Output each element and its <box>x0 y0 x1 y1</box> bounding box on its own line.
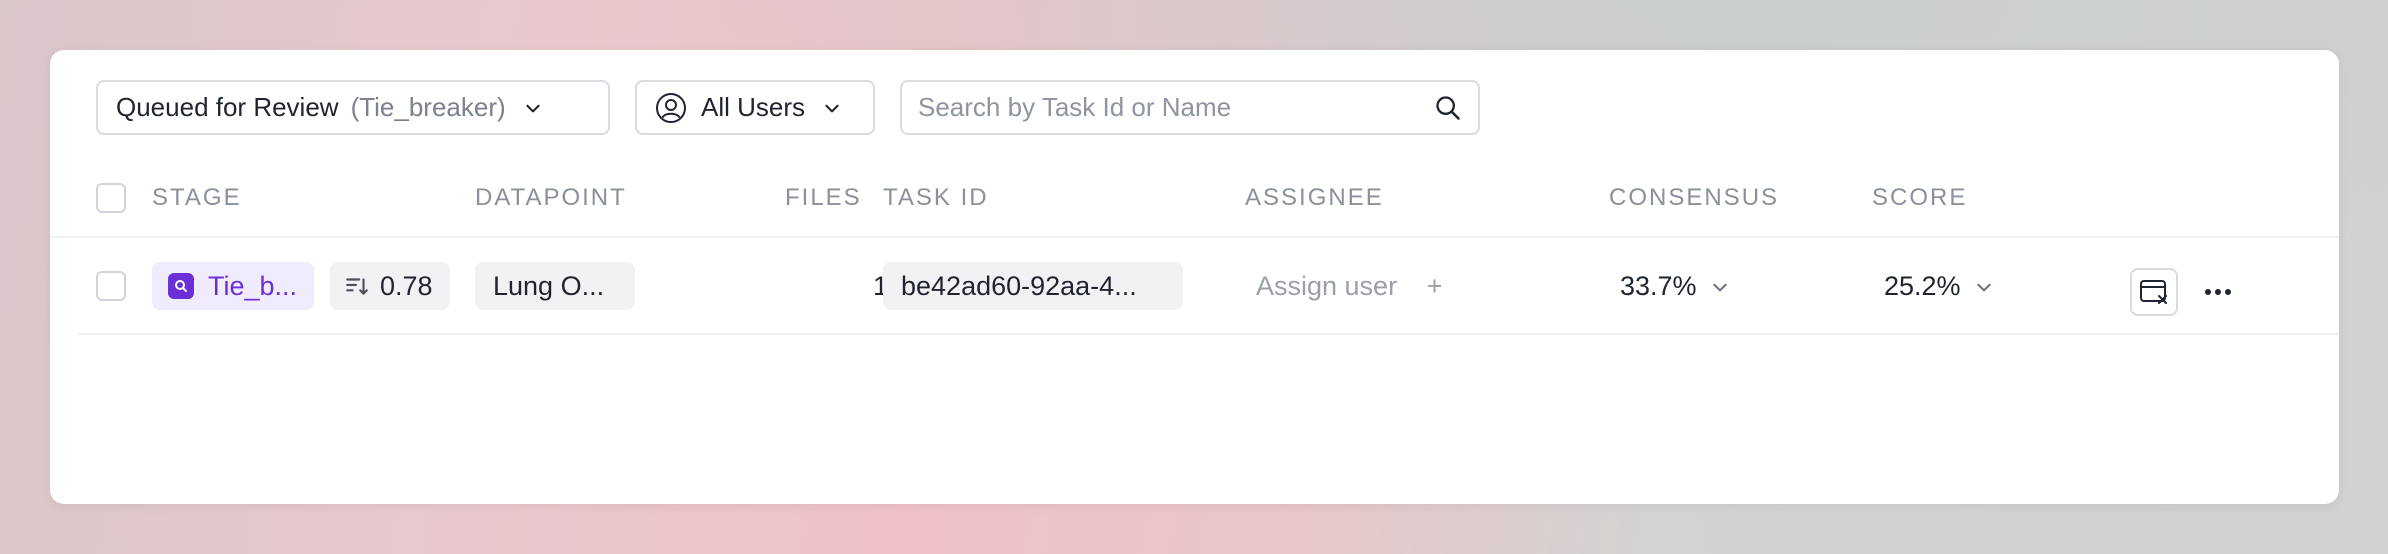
more-horizontal-icon <box>2205 289 2231 295</box>
task-id-value: be42ad60-92aa-4... <box>901 270 1137 301</box>
users-filter-label: All Users <box>701 92 806 122</box>
search-field[interactable] <box>900 80 1480 135</box>
more-actions-button[interactable] <box>2194 268 2242 316</box>
search-tag-icon <box>168 273 194 299</box>
task-id-badge[interactable]: be42ad60-92aa-4... <box>883 262 1183 310</box>
search-input[interactable] <box>918 92 1434 123</box>
datapoint-label: Lung O... <box>493 270 605 301</box>
user-circle-icon <box>656 92 686 123</box>
score-dropdown[interactable]: 25.2% <box>1884 238 1993 335</box>
chevron-down-icon <box>825 104 839 112</box>
chevron-down-icon <box>1712 283 1727 291</box>
files-count: 1 <box>872 271 888 301</box>
chevron-down-icon <box>1976 283 1991 291</box>
priority-badge: 0.78 <box>330 262 450 310</box>
row-checkbox[interactable] <box>96 271 126 301</box>
stage-filter-sublabel: (Tie_breaker) <box>350 92 506 122</box>
score-value: 25.2% <box>1884 271 1961 301</box>
stage-badge-label: Tie_b... <box>208 270 298 301</box>
assign-user-button[interactable]: Assign user + <box>1256 238 1442 335</box>
column-header-files[interactable]: FILES <box>785 158 862 238</box>
users-filter-dropdown[interactable]: All Users <box>635 80 875 135</box>
assign-user-label: Assign user <box>1256 271 1398 301</box>
table-row[interactable]: Tie_b... 0.78 Lung O... 1 be42ad60-92aa-… <box>78 238 2339 335</box>
search-icon[interactable] <box>1434 94 1462 122</box>
select-all-checkbox[interactable] <box>96 183 126 213</box>
plus-icon: + <box>1426 271 1443 301</box>
column-header-assignee[interactable]: ASSIGNEE <box>1245 158 1384 238</box>
window-close-icon <box>2140 280 2167 304</box>
table-header: STAGE DATAPOINT FILES TASK ID ASSIGNEE C… <box>50 158 2339 238</box>
column-header-task-id[interactable]: TASK ID <box>883 158 989 238</box>
chevron-down-icon <box>526 104 540 112</box>
column-header-score[interactable]: SCORE <box>1872 158 1967 238</box>
consensus-dropdown[interactable]: 33.7% <box>1620 238 1729 335</box>
stage-filter-label: Queued for Review <box>116 92 339 122</box>
tasks-card: Queued for Review (Tie_breaker) All User… <box>50 50 2339 504</box>
consensus-value: 33.7% <box>1620 271 1697 301</box>
window-close-button[interactable] <box>2130 268 2178 316</box>
priority-value: 0.78 <box>380 270 433 301</box>
toolbar: Queued for Review (Tie_breaker) All User… <box>96 80 1480 135</box>
stage-filter-dropdown[interactable]: Queued for Review (Tie_breaker) <box>96 80 610 135</box>
sort-priority-icon <box>346 278 368 295</box>
column-header-stage[interactable]: STAGE <box>152 158 242 238</box>
column-header-datapoint[interactable]: DATAPOINT <box>475 158 627 238</box>
column-header-consensus[interactable]: CONSENSUS <box>1609 158 1779 238</box>
datapoint-badge[interactable]: Lung O... <box>475 262 635 310</box>
stage-badge[interactable]: Tie_b... <box>152 262 314 310</box>
